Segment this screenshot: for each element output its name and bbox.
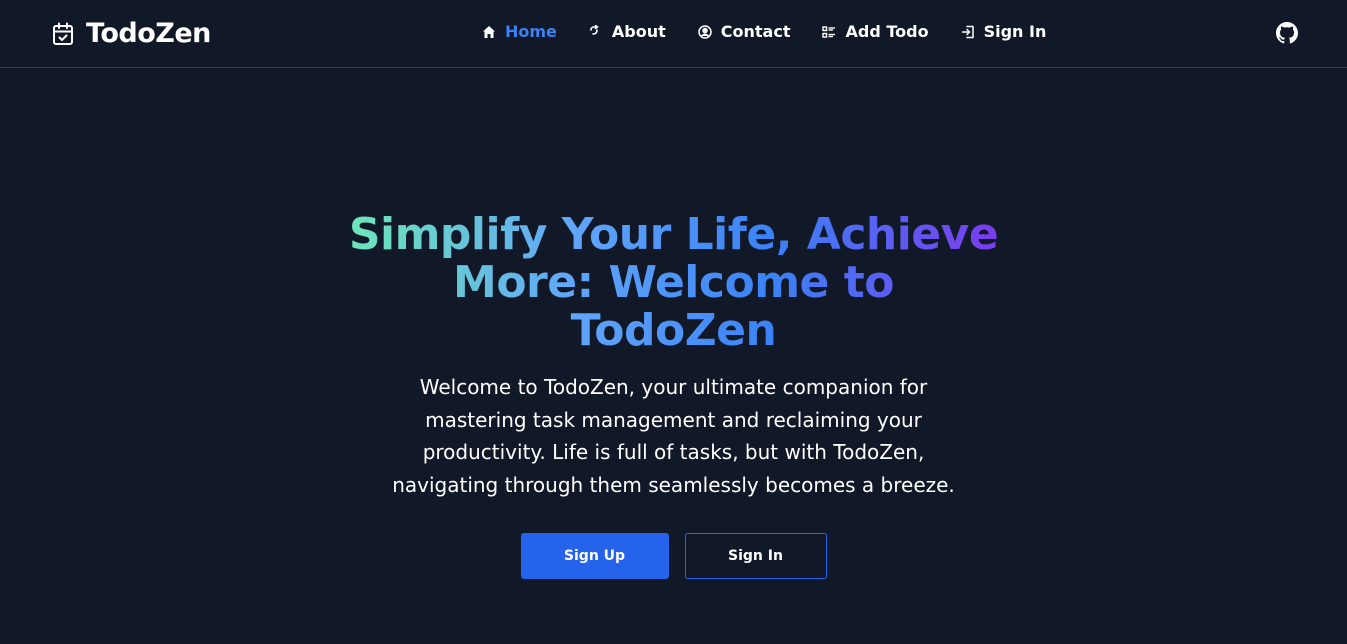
contact-icon	[698, 24, 712, 39]
nav-add-todo-label: Add Todo	[845, 22, 929, 41]
sign-up-button[interactable]: Sign Up	[520, 533, 669, 579]
nav-contact[interactable]: Contact	[698, 22, 791, 41]
sign-in-icon	[961, 25, 974, 38]
brand-name: TodoZen	[86, 18, 211, 49]
nav-add-todo[interactable]: Add Todo	[822, 22, 929, 41]
calendar-check-icon	[53, 22, 73, 45]
hero-description: Welcome to TodoZen, your ultimate compan…	[392, 375, 955, 497]
nav-about[interactable]: About	[589, 22, 666, 41]
sign-in-button[interactable]: Sign In	[684, 533, 827, 579]
nav-home[interactable]: Home	[482, 22, 557, 41]
github-icon[interactable]	[1276, 22, 1298, 44]
nav-sign-in-label: Sign In	[983, 22, 1047, 41]
brand-link[interactable]: TodoZen	[52, 18, 211, 49]
nav-about-label: About	[611, 22, 666, 41]
about-icon	[590, 24, 599, 35]
hero-headline: Simplify Your Life, Achieve More: Welcom…	[344, 211, 1004, 355]
navbar: TodoZen Home About Contact Add Todo Sign…	[0, 0, 1347, 68]
nav-sign-in[interactable]: Sign In	[961, 22, 1047, 41]
nav-contact-label: Contact	[720, 22, 791, 41]
list-icon	[822, 25, 836, 38]
main-nav: Home About Contact Add Todo Sign In	[482, 22, 1046, 41]
nav-home-label: Home	[505, 22, 557, 41]
hero-section: Simplify Your Life, Achieve More: Welcom…	[0, 69, 1347, 644]
home-icon	[483, 25, 495, 38]
cta-group: Sign Up Sign In	[520, 533, 827, 579]
